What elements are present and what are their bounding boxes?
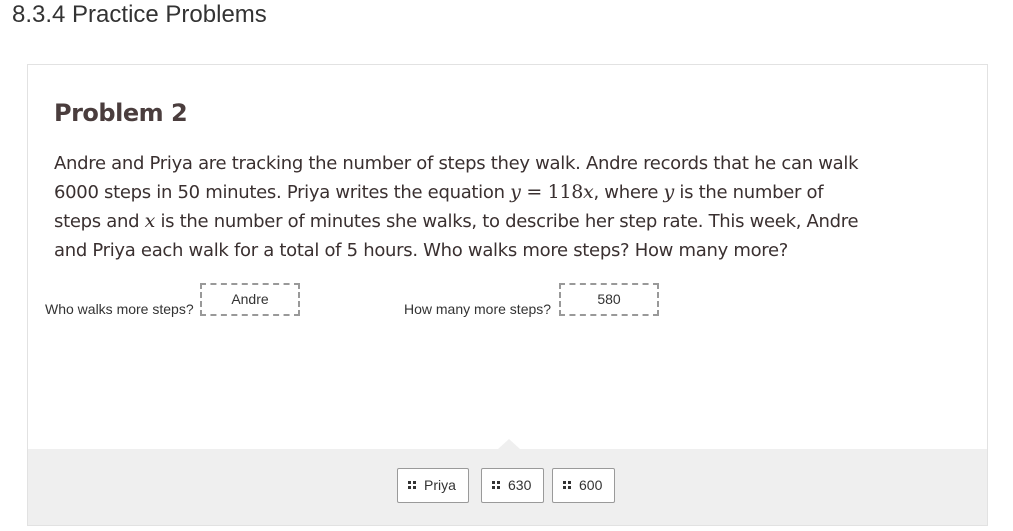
math-var-y: y — [663, 181, 675, 203]
answer-tray: Priya 630 600 — [28, 439, 987, 525]
drop-zone-who[interactable]: Andre — [200, 283, 300, 316]
math-equation: = 118 — [520, 181, 584, 203]
chip-label: 600 — [579, 477, 603, 493]
page-title: 8.3.4 Practice Problems — [12, 1, 267, 28]
tray-pointer — [498, 439, 520, 449]
question-label-who: Who walks more steps? — [45, 301, 194, 317]
drag-grip-icon — [408, 481, 416, 490]
problem-text-part: is the number of minutes she walks, to d… — [54, 211, 859, 261]
math-var-x: x — [144, 210, 156, 232]
math-var-x: x — [583, 181, 594, 203]
chip-630[interactable]: 630 — [481, 468, 545, 503]
chip-label: Priya — [424, 477, 456, 493]
question-label-how-many: How many more steps? — [404, 301, 552, 317]
problem-text-part: , where — [593, 182, 664, 203]
problem-heading: Problem 2 — [54, 99, 188, 127]
drag-grip-icon — [563, 481, 571, 490]
drag-grip-icon — [492, 481, 500, 490]
chip-label: 630 — [508, 477, 532, 493]
chip-priya[interactable]: Priya — [397, 468, 469, 503]
chip-600[interactable]: 600 — [552, 468, 616, 503]
math-var-y: y — [510, 181, 521, 203]
problem-text: Andre and Priya are tracking the number … — [54, 149, 864, 265]
problem-card: Problem 2 Andre and Priya are tracking t… — [27, 64, 988, 526]
drop-zone-how-many[interactable]: 580 — [559, 283, 659, 316]
